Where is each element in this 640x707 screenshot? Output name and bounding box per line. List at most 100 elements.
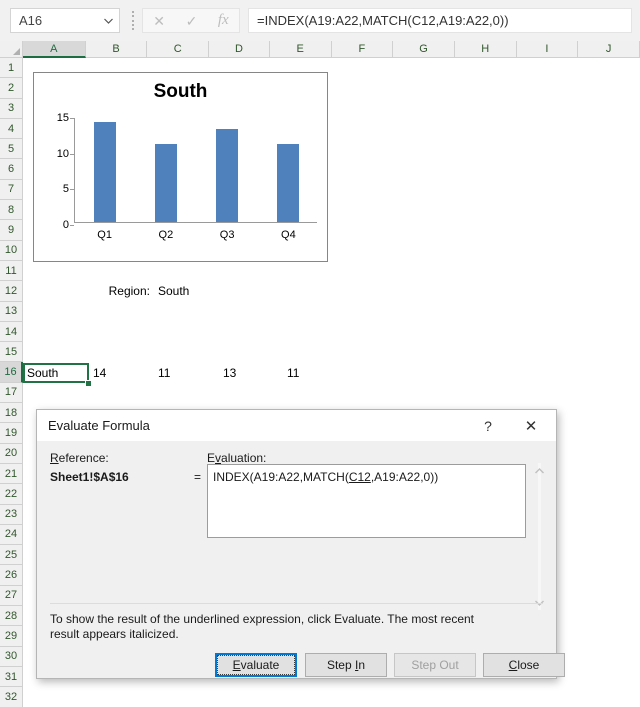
row-header-1[interactable]: 1 [0,58,23,79]
row-header-31[interactable]: 31 [0,666,23,688]
chart-plot-area: 0 5 10 15 Q1 Q2 Q3 Q4 [57,112,317,241]
row-header-29[interactable]: 29 [0,626,23,647]
column-header-g[interactable]: G [393,41,455,58]
y-tick-label-5: 5 [62,183,69,196]
dialog-hint-line-1: To show the result of the underlined exp… [50,612,475,626]
row-header-24[interactable]: 24 [0,524,23,546]
chart-bar-q2 [154,143,177,222]
row-header-2[interactable]: 2 [0,78,23,99]
row-header-18[interactable]: 18 [0,403,23,424]
evaluation-label: Evaluation: [207,451,267,465]
formula-text: =INDEX(A19:A22,MATCH(C12,A19:A22,0)) [257,13,509,28]
column-header-f[interactable]: F [331,41,394,58]
reference-label: Reference: [50,451,109,465]
x-tick-label-q1: Q1 [97,229,112,241]
dialog-title-bar: Evaluate Formula ? ✕ [37,410,556,441]
column-header-a[interactable]: A [23,41,86,58]
row-header-17[interactable]: 17 [0,382,23,404]
row-header-32[interactable]: 32 [0,687,23,707]
row-header-13[interactable]: 13 [0,301,23,322]
close-button[interactable]: Close [483,653,565,677]
cell-c16[interactable]: 11 [158,364,170,382]
cancel-icon[interactable]: ✕ [153,14,165,28]
dialog-title: Evaluate Formula [48,418,150,433]
row-header-6[interactable]: 6 [0,159,23,180]
evaluation-expression: INDEX(A19:A22,MATCH(C12,A19:A22,0)) [213,469,520,485]
y-tick-label-15: 15 [56,112,69,124]
formula-bar-grip [130,11,136,30]
row-header-19[interactable]: 19 [0,423,23,444]
row-header-7[interactable]: 7 [0,179,23,201]
row-header-25[interactable]: 25 [0,545,23,566]
row-header-8[interactable]: 8 [0,200,23,221]
column-header-d[interactable]: D [209,41,270,58]
help-icon[interactable]: ? [473,415,503,437]
column-headers: ABCDEFGHIJ [23,41,640,58]
row-header-23[interactable]: 23 [0,504,23,525]
close-button-label: Close [508,658,540,672]
chart-bar-q1 [93,122,116,222]
cell-c12[interactable]: South [158,282,189,300]
column-header-b[interactable]: B [85,41,148,58]
x-tick-label-q4: Q4 [281,229,296,241]
cell-d16[interactable]: 13 [223,364,236,382]
step-in-button[interactable]: Step In [305,653,387,677]
cell-e16[interactable]: 11 [287,364,299,382]
chevron-up-icon[interactable] [531,463,548,478]
row-header-15[interactable]: 15 [0,342,23,363]
scrollbar-track[interactable] [538,463,541,610]
dialog-hint-text: To show the result of the underlined exp… [50,612,520,642]
row-header-27[interactable]: 27 [0,585,23,607]
step-out-button: Step Out [394,653,476,677]
evaluate-button[interactable]: Evaluate [215,653,297,677]
evaluation-underlined-part: C12 [348,470,371,484]
row-header-3[interactable]: 3 [0,98,23,119]
name-box[interactable]: A16 [10,8,120,33]
evaluation-scrollbar[interactable] [531,463,548,610]
row-header-20[interactable]: 20 [0,443,23,464]
y-tick-label-0: 0 [62,219,69,231]
evaluation-prefix: INDEX(A19:A22,MATCH( [213,470,349,484]
row-header-16[interactable]: 16 [0,362,23,383]
dialog-button-row: Evaluate Step In Step Out Close [37,653,565,677]
select-all-button[interactable] [0,41,23,58]
row-header-4[interactable]: 4 [0,118,23,140]
row-header-11[interactable]: 11 [0,260,23,282]
row-header-26[interactable]: 26 [0,565,23,586]
row-header-14[interactable]: 14 [0,321,23,343]
y-tick-mark-15 [70,118,74,119]
formula-bar: A16 ✕ ✓ fx =INDEX(A19:A22,MATCH(C12,A19:… [0,0,640,41]
row-header-22[interactable]: 22 [0,484,23,505]
column-header-j[interactable]: J [578,41,640,58]
evaluation-box[interactable]: INDEX(A19:A22,MATCH(C12,A19:A22,0)) [207,464,526,538]
row-header-21[interactable]: 21 [0,463,23,485]
row-header-12[interactable]: 12 [0,281,23,302]
chevron-down-icon[interactable] [97,18,119,24]
row-header-30[interactable]: 30 [0,646,23,667]
chart-bar-q4 [277,143,300,222]
chart-object[interactable]: South 0 5 10 15 Q1 Q2 Q3 Q4 [33,72,328,262]
row-header-5[interactable]: 5 [0,139,23,160]
evaluate-formula-dialog[interactable]: Evaluate Formula ? ✕ Reference: Evaluati… [36,409,565,679]
y-tick-mark-0 [70,225,74,226]
cell-b16[interactable]: 14 [93,364,106,382]
excel-window: A16 ✕ ✓ fx =INDEX(A19:A22,MATCH(C12,A19:… [0,0,640,707]
row-headers: 1 2 3 4 5 6 7 8 9 10 11 12 13 14 15 16 17 18 19 20 21 22 23 24 2… [0,58,23,707]
row-header-10[interactable]: 10 [0,240,23,261]
column-header-h[interactable]: H [454,41,517,58]
fill-handle[interactable] [85,379,92,387]
select-all-triangle-icon [13,48,20,55]
insert-function-icon[interactable]: fx [218,13,229,28]
y-tick-mark-5 [70,189,74,191]
column-header-i[interactable]: I [516,41,579,58]
column-header-c[interactable]: C [147,41,210,58]
formula-input[interactable]: =INDEX(A19:A22,MATCH(C12,A19:A22,0)) [248,8,632,33]
column-header-e[interactable]: E [269,41,332,58]
row-header-28[interactable]: 28 [0,606,23,627]
close-icon[interactable]: ✕ [512,415,550,437]
cell-b12[interactable]: Region: [89,282,150,300]
confirm-check-icon[interactable]: ✓ [186,14,198,28]
row-header-9[interactable]: 9 [0,220,23,241]
selected-cell-a16[interactable] [23,362,89,383]
reference-value: Sheet1!$A$16 [50,470,129,484]
